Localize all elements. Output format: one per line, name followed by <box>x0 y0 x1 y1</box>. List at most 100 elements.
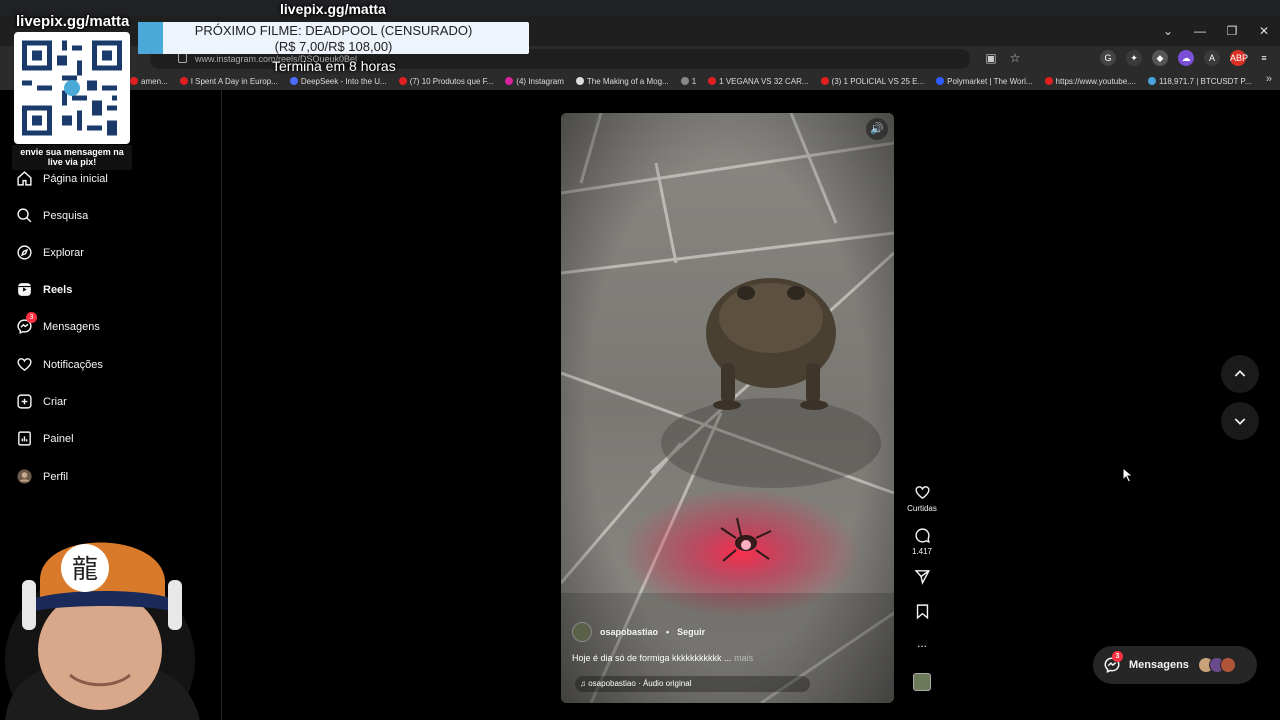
install-app-icon[interactable]: ▣ <box>984 51 998 65</box>
plus-square-icon <box>17 394 32 409</box>
messages-pill-label: Mensagens <box>1129 659 1189 671</box>
reels-icon <box>18 283 31 296</box>
bookmark-item[interactable]: (4) Instagram <box>505 77 564 86</box>
bookmark-item[interactable]: Polymarket | The Worl... <box>936 77 1033 86</box>
webcam-feed: 龍 <box>5 542 200 720</box>
sidebar-item-search[interactable]: Pesquisa <box>16 207 88 224</box>
reel-video[interactable] <box>561 113 894 703</box>
messages-pill-badge: 3 <box>1112 651 1123 662</box>
bookmark-favicon-icon <box>680 77 689 85</box>
avatar <box>17 469 32 484</box>
avatar <box>1219 657 1236 673</box>
comment-button[interactable]: 1.417 <box>902 527 942 556</box>
bookmark-item[interactable]: 118,971.7 | BTCUSDT P... <box>1148 77 1251 86</box>
bookmark-favicon-icon <box>820 77 829 85</box>
bookmark-favicon-icon <box>1044 77 1053 85</box>
caption-more-link[interactable]: mais <box>734 653 753 663</box>
share-button[interactable] <box>902 568 942 588</box>
bookmark-label: amen... <box>141 76 168 86</box>
sidebar-item-notifications[interactable]: Notificações <box>16 356 103 373</box>
sidebar-item-label: Mensagens <box>43 320 100 333</box>
bookmark-item[interactable]: The Making of a Mog... <box>575 76 669 86</box>
goal-amount: (R$ 7,00/R$ 108,00) <box>274 39 393 54</box>
bookmark-label: I Spent A Day in Europ... <box>190 76 278 86</box>
author-avatar[interactable] <box>572 622 592 642</box>
bookmark-label: (7) 10 Produtos que F... <box>409 76 494 86</box>
extensions-puzzle-icon[interactable]: ✦ <box>1126 50 1142 66</box>
google-account-icon[interactable]: G <box>1100 50 1116 66</box>
previous-reel-button[interactable] <box>1221 355 1259 393</box>
bookmark-label: (3) 1 POLICIAL VS 25 E... <box>831 76 925 86</box>
bookmark-item[interactable]: 1 VEGANA VS 32 CAR... <box>708 77 809 86</box>
tab-search-icon[interactable]: ⌄ <box>1152 24 1184 38</box>
bookmark-label: 118,971.7 | BTCUSDT P... <box>1159 76 1252 86</box>
reel-frame-image <box>561 113 894 703</box>
reel-author-row: osapobastiao • Seguir <box>572 622 705 642</box>
follow-button[interactable]: Seguir <box>677 627 705 637</box>
bookmark-label: https://www.youtube.... <box>1055 76 1137 86</box>
extensions-bar: G ✦ ◆ ☁ A ABP ≡ <box>1100 50 1272 66</box>
maximize-icon[interactable]: ❐ <box>1216 24 1248 38</box>
bookmark-item[interactable]: amen... <box>130 77 168 86</box>
comment-icon <box>914 528 930 544</box>
separator-dot: • <box>666 627 670 637</box>
lock-icon[interactable] <box>178 53 187 63</box>
cloud-extension-icon[interactable]: ☁ <box>1178 50 1194 66</box>
bookmark-favicon-icon <box>179 77 188 85</box>
sidebar-item-label: Notificações <box>43 358 103 371</box>
heart-icon <box>17 358 32 372</box>
goal-progress-bar <box>138 22 163 54</box>
shield-extension-icon[interactable]: ◆ <box>1152 50 1168 66</box>
minimize-icon[interactable]: — <box>1184 24 1216 38</box>
bookmark-item[interactable]: (7) 10 Produtos que F... <box>398 76 494 86</box>
bookmark-icon <box>916 604 928 620</box>
sidebar-item-home[interactable]: Página inicial <box>16 170 108 187</box>
volume-icon[interactable]: 🔊 <box>866 118 888 140</box>
bookmark-item[interactable]: DeepSeek - Into the U... <box>289 76 387 86</box>
bookmarks-overflow-icon[interactable]: » <box>1266 73 1272 85</box>
bookmark-label: (4) Instagram <box>516 76 564 86</box>
bookmark-favicon-icon <box>289 77 298 85</box>
sidebar-item-messages[interactable]: 3 Mensagens <box>16 312 100 335</box>
reel-audio-link[interactable]: ♫ osapobastiao · Áudio original <box>575 676 810 692</box>
window-controls: ⌄ — ❐ ✕ <box>1152 16 1280 46</box>
close-icon[interactable]: ✕ <box>1248 24 1280 38</box>
author-username[interactable]: osapobastiao <box>600 627 658 637</box>
bookmark-star-icon[interactable]: ☆ <box>1008 51 1022 65</box>
bookmark-item[interactable]: 1 <box>680 77 696 86</box>
adblock-icon[interactable]: ABP <box>1230 50 1248 66</box>
bookmark-favicon-icon <box>575 77 584 85</box>
translate-extension-icon[interactable]: A <box>1204 50 1220 66</box>
chevron-up-icon <box>1234 370 1246 377</box>
bookmark-favicon-icon <box>398 77 407 85</box>
bookmark-label: The Making of a Mog... <box>586 76 669 86</box>
audio-thumbnail[interactable] <box>913 673 931 691</box>
save-button[interactable] <box>902 603 942 623</box>
more-options-icon[interactable]: ... <box>902 636 942 650</box>
heart-icon <box>914 486 930 500</box>
bookmarks-bar: amen... I Spent A Day in Europ... DeepSeek… <box>0 72 1280 90</box>
bookmark-favicon-icon <box>708 77 717 85</box>
sidebar-item-dashboard[interactable]: Painel <box>16 430 74 447</box>
browser-menu-icon[interactable]: ≡ <box>1256 50 1272 66</box>
likes-label: Curtidas <box>907 504 937 513</box>
messages-pill-button[interactable]: 3 Mensagens <box>1093 646 1257 684</box>
bookmark-item[interactable]: https://www.youtube.... <box>1044 76 1137 86</box>
sidebar-item-explore[interactable]: Explorar <box>16 244 84 261</box>
bookmark-item[interactable]: I Spent A Day in Europ... <box>179 76 278 86</box>
sidebar-item-label: Pesquisa <box>43 209 89 222</box>
sidebar-item-label: Reels <box>43 283 73 296</box>
reel-caption: Hoje é dia só de formiga kkkkkkkkkkk ...… <box>572 653 753 663</box>
sidebar-item-profile[interactable]: Perfil <box>16 468 68 485</box>
like-button[interactable]: Curtidas <box>902 484 942 513</box>
bookmark-label: DeepSeek - Into the U... <box>300 76 387 86</box>
bookmark-item[interactable]: (3) 1 POLICIAL VS 25 E... <box>820 76 925 86</box>
messenger-icon: 3 <box>1103 651 1123 674</box>
sidebar-item-label: Perfil <box>43 470 69 483</box>
sidebar-item-reels[interactable]: Reels <box>16 281 72 298</box>
bookmark-favicon-icon <box>505 77 514 85</box>
sidebar-item-create[interactable]: Criar <box>16 393 67 410</box>
home-icon <box>17 171 32 186</box>
send-icon <box>914 570 930 585</box>
next-reel-button[interactable] <box>1221 402 1259 440</box>
